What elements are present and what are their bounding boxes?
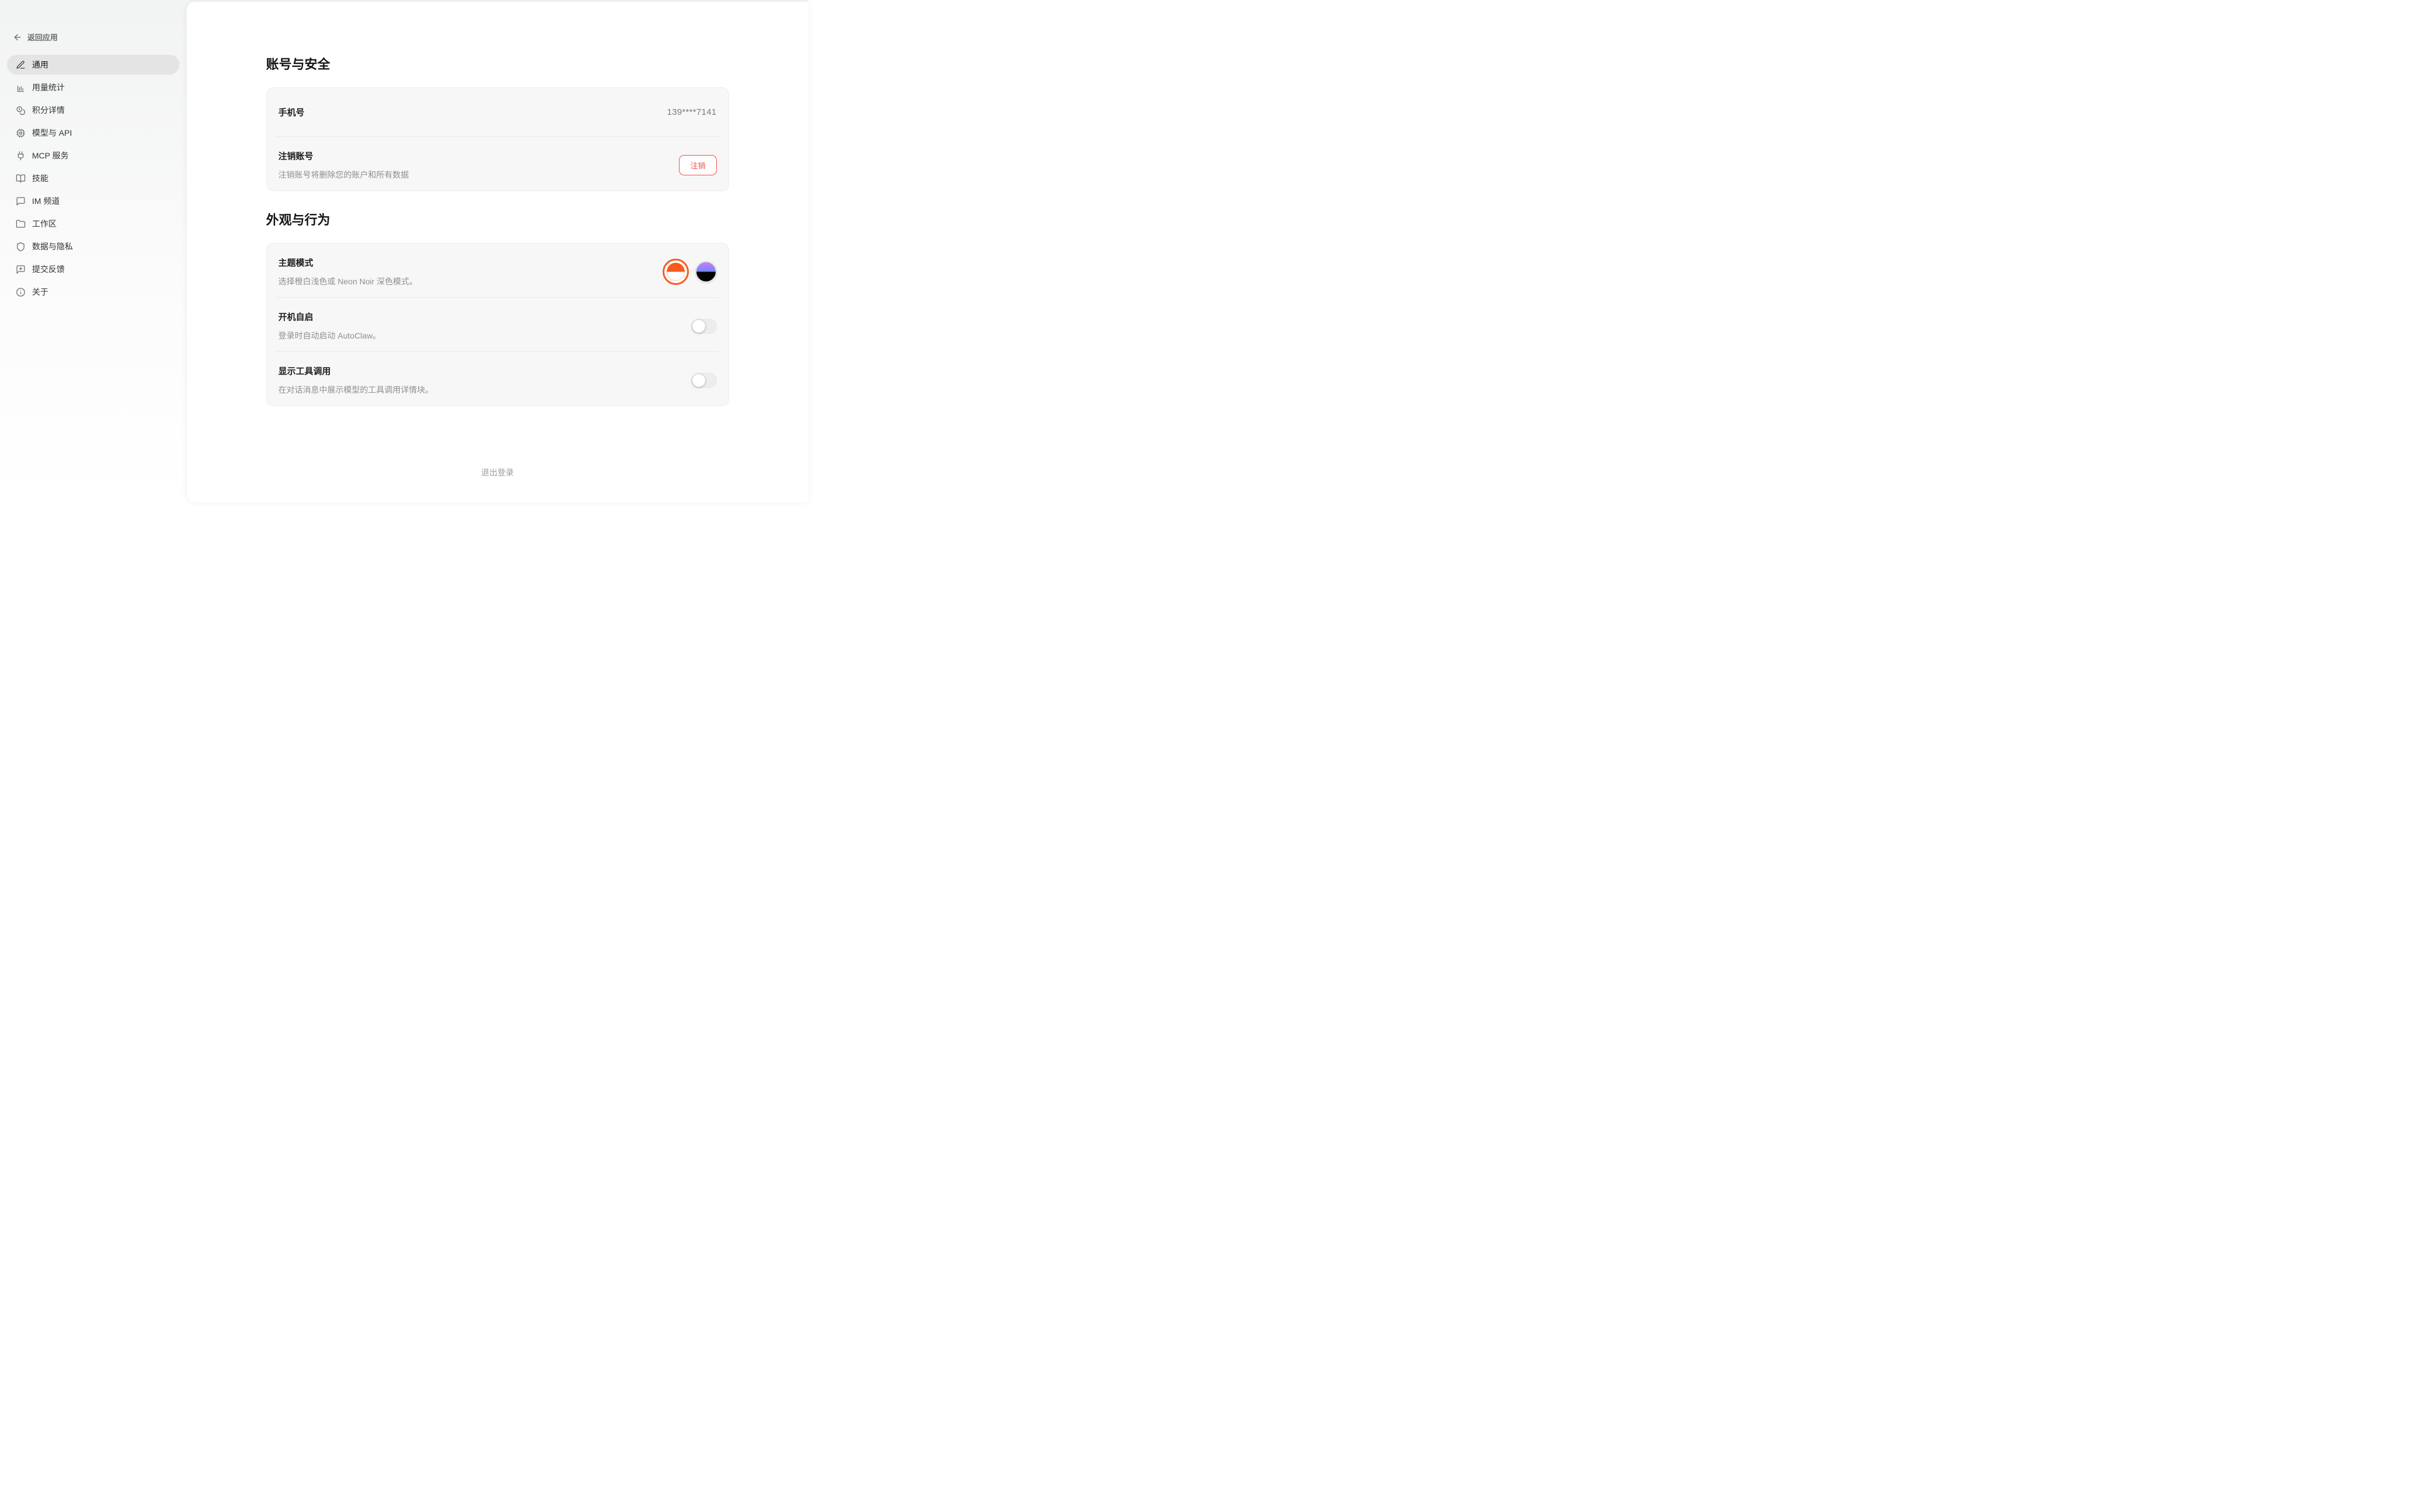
delete-account-label: 注销账号: [279, 150, 409, 162]
delete-account-row: 注销账号 注销账号将删除您的账户和所有数据 注销: [276, 136, 719, 191]
phone-row: 手机号 139****7141: [276, 88, 719, 136]
theme-mode-label: 主题模式: [279, 256, 418, 269]
sidebar-item-label: IM 频道: [32, 195, 59, 207]
light-theme-swatch: [667, 263, 685, 281]
folder-icon: [16, 219, 26, 229]
sidebar-item-usage-stats[interactable]: 用量统计: [7, 77, 180, 97]
coins-icon: [16, 105, 26, 115]
cpu-icon: [16, 128, 26, 138]
sidebar-item-label: 积分详情: [32, 104, 65, 116]
plug-icon: [16, 151, 26, 161]
app-window: 返回应用 通用 用量统计 积分详情: [0, 0, 808, 504]
sidebar-item-about[interactable]: 关于: [7, 282, 180, 302]
phone-value: 139****7141: [667, 107, 716, 117]
logout-button[interactable]: 退出登录: [266, 467, 729, 490]
theme-mode-description: 选择橙白浅色或 Neon Noir 深色模式。: [279, 276, 418, 287]
toggle-knob: [692, 320, 705, 333]
autostart-toggle-off[interactable]: [691, 319, 717, 334]
sidebar-item-models-api[interactable]: 模型与 API: [7, 123, 180, 143]
deactivate-account-button[interactable]: 注销: [679, 155, 716, 175]
sidebar-item-feedback[interactable]: 提交反馈: [7, 259, 180, 279]
sidebar-nav: 通用 用量统计 积分详情 模型与 API: [7, 55, 180, 302]
theme-option-light-selected[interactable]: [663, 259, 689, 285]
message-square-icon: [16, 196, 26, 206]
theme-mode-texts: 主题模式 选择橙白浅色或 Neon Noir 深色模式。: [279, 256, 418, 287]
sidebar-item-label: 关于: [32, 286, 48, 298]
tool-calls-description: 在对话消息中展示模型的工具调用详情块。: [279, 384, 434, 396]
theme-options: [663, 259, 717, 285]
autostart-description: 登录时自动启动 AutoClaw。: [279, 330, 381, 341]
sidebar-item-workspace[interactable]: 工作区: [7, 214, 180, 234]
autostart-label: 开机自启: [279, 311, 381, 323]
sidebar-item-label: 通用: [32, 59, 48, 71]
bar-chart-icon: [16, 83, 26, 93]
sidebar-item-label: 提交反馈: [32, 263, 65, 275]
pen-icon: [16, 60, 26, 70]
tool-calls-texts: 显示工具调用 在对话消息中展示模型的工具调用详情块。: [279, 365, 434, 396]
back-button[interactable]: 返回应用: [13, 31, 186, 43]
theme-option-dark[interactable]: [695, 261, 717, 283]
autostart-row: 开机自启 登录时自动启动 AutoClaw。: [276, 297, 719, 351]
tool-calls-row: 显示工具调用 在对话消息中展示模型的工具调用详情块。: [276, 351, 719, 406]
autostart-texts: 开机自启 登录时自动启动 AutoClaw。: [279, 311, 381, 341]
tool-calls-toggle-off[interactable]: [691, 373, 717, 388]
arrow-left-icon: [13, 33, 22, 42]
sidebar-item-credits[interactable]: 积分详情: [7, 100, 180, 120]
message-plus-icon: [16, 265, 26, 274]
section-title-account: 账号与安全: [266, 54, 729, 73]
phone-label: 手机号: [279, 106, 305, 118]
sidebar-item-label: 模型与 API: [32, 127, 72, 139]
theme-mode-row: 主题模式 选择橙白浅色或 Neon Noir 深色模式。: [276, 244, 719, 297]
sidebar-item-label: 用量统计: [32, 82, 65, 93]
info-icon: [16, 287, 26, 297]
tool-calls-label: 显示工具调用: [279, 365, 434, 377]
shield-icon: [16, 242, 26, 252]
settings-content: 账号与安全 手机号 139****7141 注销账号 注销账号将删除您的账户和所…: [266, 2, 729, 490]
sidebar-item-skills[interactable]: 技能: [7, 168, 180, 188]
sidebar-item-im-channels[interactable]: IM 频道: [7, 191, 180, 211]
sidebar-item-label: 工作区: [32, 218, 57, 230]
main-panel: 账号与安全 手机号 139****7141 注销账号 注销账号将删除您的账户和所…: [186, 2, 808, 502]
sidebar-item-label: MCP 服务: [32, 150, 69, 161]
section-title-appearance: 外观与行为: [266, 210, 729, 228]
toggle-knob: [692, 374, 705, 387]
sidebar: 返回应用 通用 用量统计 积分详情: [0, 0, 186, 504]
sidebar-item-label: 数据与隐私: [32, 241, 73, 252]
sidebar-item-data-privacy[interactable]: 数据与隐私: [7, 237, 180, 256]
account-card: 手机号 139****7141 注销账号 注销账号将删除您的账户和所有数据 注销: [266, 87, 729, 191]
sidebar-item-mcp[interactable]: MCP 服务: [7, 146, 180, 165]
delete-account-description: 注销账号将删除您的账户和所有数据: [279, 169, 409, 181]
sidebar-item-label: 技能: [32, 172, 48, 184]
delete-account-texts: 注销账号 注销账号将删除您的账户和所有数据: [279, 150, 409, 181]
book-open-icon: [16, 174, 26, 184]
sidebar-item-general[interactable]: 通用: [7, 55, 180, 75]
appearance-card: 主题模式 选择橙白浅色或 Neon Noir 深色模式。 开机自启 登录时自动启…: [266, 243, 729, 406]
back-label: 返回应用: [27, 31, 58, 43]
